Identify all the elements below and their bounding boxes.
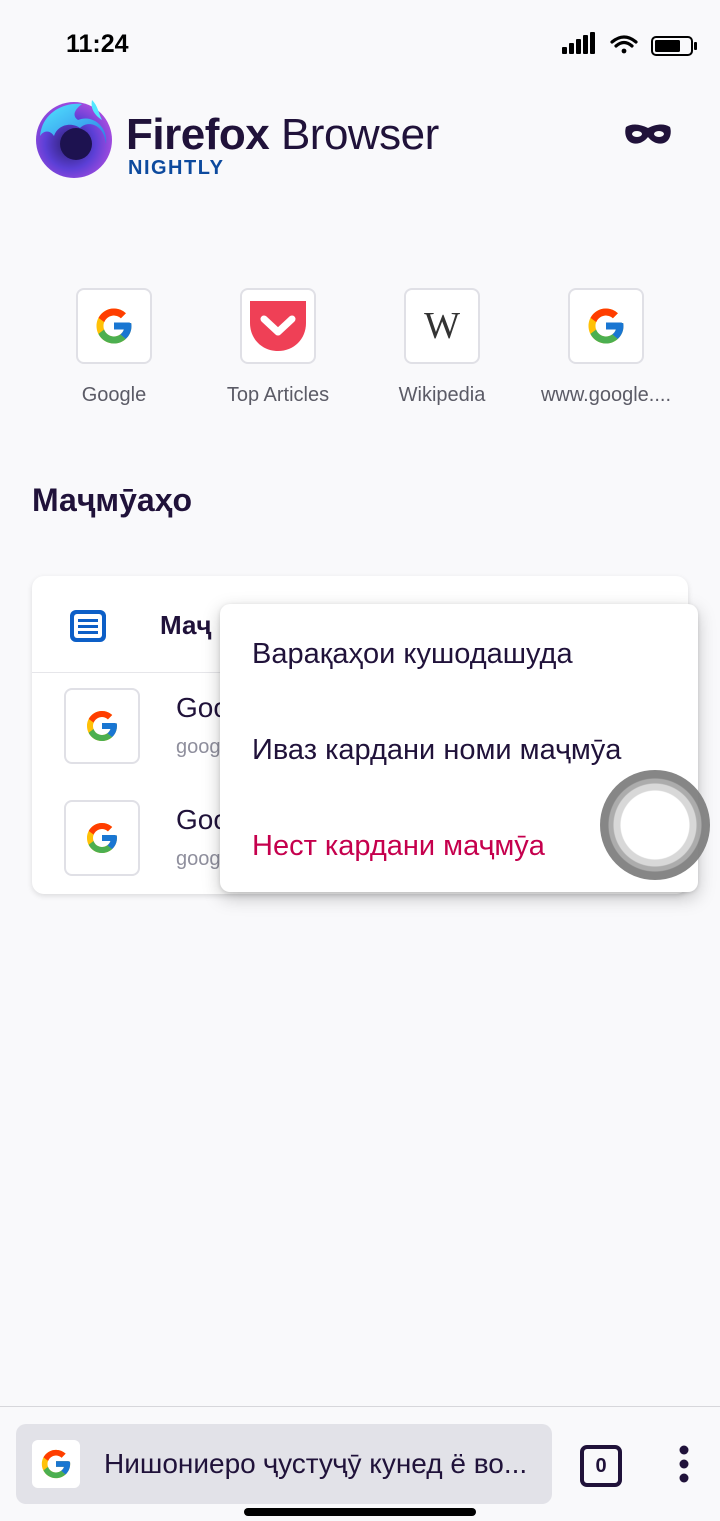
top-site-google-www[interactable]: www.google.... (524, 288, 688, 407)
collection-icon (68, 606, 108, 649)
menu-item-delete-collection[interactable]: Нест кардани маҷмӯа (252, 830, 545, 863)
mask-icon (625, 124, 671, 144)
top-site-label: www.google.... (540, 384, 672, 406)
menu-item-open-tabs[interactable]: Варақаҳои кушодашуда (252, 638, 573, 671)
edition-label: NIGHTLY (128, 157, 225, 179)
wifi-icon (610, 35, 638, 54)
top-site-google[interactable]: Google (32, 288, 196, 407)
wikipedia-w-icon: W (424, 305, 460, 347)
top-site-tile: W (404, 288, 480, 364)
top-site-label: Wikipedia (398, 384, 486, 406)
collection-name: Маҷ (160, 610, 212, 640)
google-g-icon (87, 711, 117, 741)
top-site-top-articles[interactable]: Top Articles (196, 288, 360, 407)
brand-light: Browser (280, 110, 439, 159)
top-site-tile (240, 288, 316, 364)
top-site-label: Google (81, 384, 147, 406)
top-site-tile (568, 288, 644, 364)
search-engine-icon[interactable] (32, 1440, 80, 1488)
status-time: 11:24 (66, 30, 129, 58)
google-g-icon (41, 1449, 71, 1479)
tab-favicon (64, 688, 140, 764)
pocket-icon (250, 301, 306, 351)
touch-indicator (600, 770, 710, 880)
tab-url: goog (176, 736, 221, 758)
google-g-icon (96, 308, 132, 344)
firefox-nightly-icon (36, 100, 112, 178)
brand-bold: Firefox (126, 110, 270, 159)
tab-url: goog (176, 848, 221, 870)
private-mode-button[interactable] (620, 115, 676, 155)
signal-icon (562, 32, 595, 54)
tab-counter-button[interactable]: 0 (580, 1445, 622, 1487)
status-icons (560, 30, 700, 60)
brand-title: Firefox Browser (126, 110, 439, 160)
top-site-wikipedia[interactable]: W Wikipedia (360, 288, 524, 407)
google-g-icon (588, 308, 624, 344)
battery-icon (651, 36, 697, 56)
more-menu-button[interactable] (670, 1444, 698, 1484)
home-indicator[interactable] (244, 1508, 476, 1516)
menu-item-rename-collection[interactable]: Иваз кардани номи маҷмӯа (252, 734, 621, 767)
kebab-menu-icon (679, 1445, 689, 1483)
google-g-icon (87, 823, 117, 853)
url-bar[interactable]: Нишониеро ҷустуҷӯ кунед ё во... (16, 1424, 552, 1504)
top-site-label: Top Articles (226, 384, 330, 406)
url-placeholder: Нишониеро ҷустуҷӯ кунед ё во... (104, 1448, 528, 1479)
top-site-tile (76, 288, 152, 364)
collections-heading: Маҷмӯаҳо (32, 482, 193, 518)
tab-favicon (64, 800, 140, 876)
